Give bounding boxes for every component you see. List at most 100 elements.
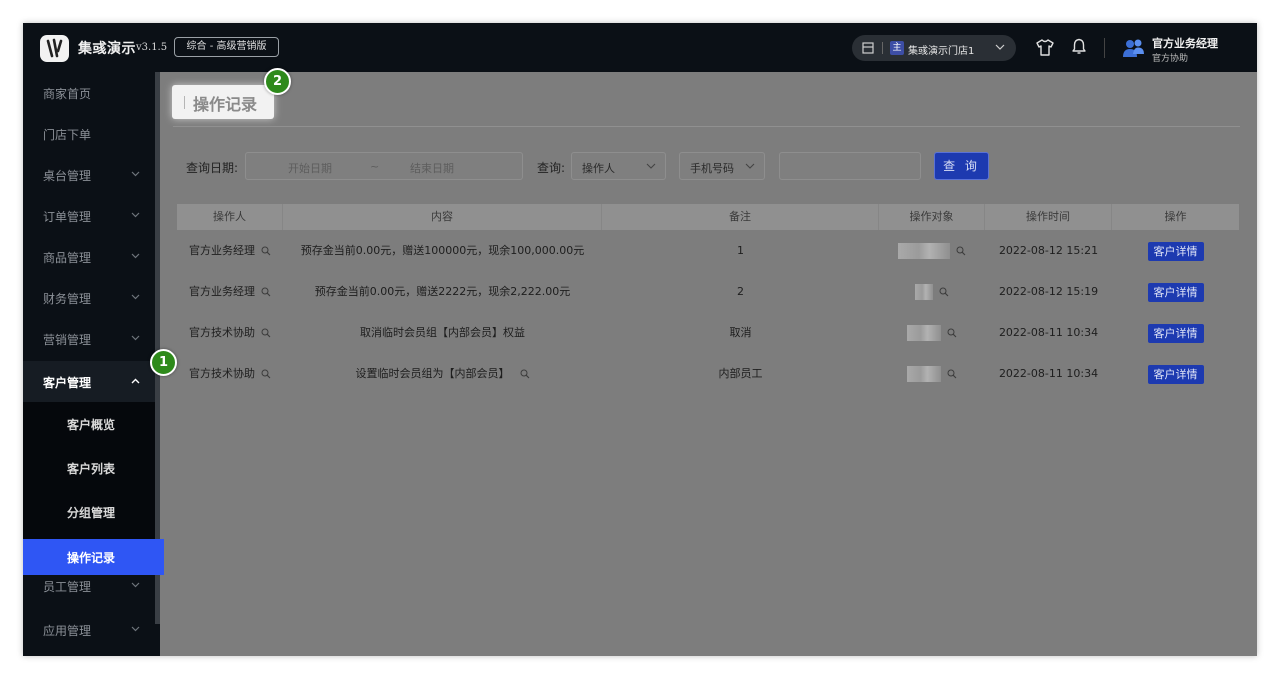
sidebar-item-store-order[interactable]: 门店下单 — [23, 113, 155, 154]
sidebar-item-table-management[interactable]: 桌台管理 — [23, 154, 155, 195]
sidebar-item-order-management[interactable]: 订单管理 — [23, 195, 155, 236]
sidebar-item-marketing-management[interactable]: 营销管理 — [23, 318, 155, 359]
app-logo-icon — [40, 35, 69, 62]
blurred-target — [907, 366, 941, 382]
sidebar-item-label: 财务管理 — [43, 292, 92, 306]
action-cell: 客户详情 — [1112, 271, 1239, 312]
search-icon[interactable] — [956, 246, 966, 256]
app-window: 集彧演示 v3.1.5 综合 - 高级营销版 主 集彧演示门店1 官方业务经理 … — [23, 23, 1257, 656]
chevron-down-icon — [745, 163, 755, 169]
operator-name: 官方业务经理 — [189, 244, 255, 257]
sidebar-item-merchant-home[interactable]: 商家首页 — [23, 72, 155, 113]
search-icon[interactable] — [261, 369, 271, 379]
column-header: 备注 — [602, 204, 879, 230]
user-role: 官方协助 — [1152, 54, 1189, 64]
sidebar-subitem-customer-overview[interactable]: 客户概览 — [23, 402, 155, 446]
store-main-tag: 主 — [890, 41, 904, 55]
end-date-input[interactable]: 结束日期 — [410, 160, 454, 176]
sidebar-subitem-operation-log[interactable]: 操作记录 — [23, 539, 164, 575]
table-header: 操作人 内容 备注 操作对象 操作时间 操作 — [177, 204, 1239, 230]
search-icon[interactable] — [947, 328, 957, 338]
store-icon — [862, 42, 874, 54]
blurred-target — [898, 243, 950, 259]
remark-cell: 2 — [737, 285, 744, 298]
phone-select[interactable]: 手机号码 — [679, 152, 765, 180]
time-cell: 2022-08-12 15:19 — [998, 285, 1099, 298]
time-cell: 2022-08-12 15:21 — [998, 244, 1099, 257]
theme-shirt-icon[interactable] — [1036, 39, 1054, 56]
chevron-down-icon — [131, 253, 140, 259]
edition-badge[interactable]: 综合 - 高级营销版 — [174, 37, 279, 57]
search-icon[interactable] — [261, 246, 271, 256]
query-button[interactable]: 查 询 — [934, 152, 989, 180]
table-row: 官方业务经理 预存金当前0.00元，赠送100000元，现余100,000.00… — [177, 230, 1239, 271]
page-title: 操作记录 — [193, 95, 258, 114]
sidebar-item-label: 门店下单 — [43, 128, 92, 142]
bell-icon[interactable] — [1072, 38, 1086, 55]
customer-detail-button[interactable]: 客户详情 — [1147, 364, 1204, 384]
main-content: 操作记录 2 查询日期: 开始日期 ~ 结束日期 查询: 操作人 手机号码 查 … — [160, 68, 1257, 656]
search-icon[interactable] — [261, 287, 271, 297]
chevron-down-icon — [131, 335, 140, 341]
chevron-down-icon — [131, 626, 140, 632]
table-row: 官方技术协助 设置临时会员组为【内部会员】 内部员工 2022-08-11 10… — [177, 353, 1239, 394]
date-filter-label: 查询日期: — [186, 161, 239, 175]
target-cell — [879, 230, 985, 271]
time-cell: 2022-08-11 10:34 — [998, 326, 1099, 339]
sidebar-subitem-label: 客户概览 — [67, 418, 116, 432]
sidebar-subitem-group-management[interactable]: 分组管理 — [23, 490, 155, 534]
content-cell: 预存金当前0.00元，赠送100000元，现余100,000.00元 — [300, 244, 585, 257]
chevron-down-icon — [131, 582, 140, 588]
chevron-up-icon — [131, 378, 140, 384]
chevron-down-icon — [131, 212, 140, 218]
target-cell — [879, 353, 985, 394]
sidebar-item-label: 营销管理 — [43, 333, 92, 347]
start-date-input[interactable]: 开始日期 — [288, 160, 332, 176]
divider — [1104, 38, 1105, 58]
operator-name: 官方技术协助 — [189, 326, 255, 339]
search-icon[interactable] — [947, 369, 957, 379]
sidebar-item-finance-management[interactable]: 财务管理 — [23, 277, 155, 318]
sidebar-item-customer-management[interactable]: 客户管理 — [23, 361, 155, 402]
search-icon[interactable] — [520, 369, 530, 379]
user-name[interactable]: 官方业务经理 — [1152, 35, 1218, 51]
chevron-down-icon — [131, 171, 140, 177]
app-name: 集彧演示 — [78, 41, 136, 57]
date-range-picker[interactable]: 开始日期 ~ 结束日期 — [245, 152, 523, 180]
operator-cell: 官方技术协助 — [177, 353, 283, 394]
operator-name: 官方业务经理 — [189, 285, 255, 298]
search-icon[interactable] — [261, 328, 271, 338]
divider — [173, 126, 1240, 127]
sidebar-item-label: 订单管理 — [43, 210, 92, 224]
customer-detail-button[interactable]: 客户详情 — [1147, 241, 1204, 261]
table-row: 官方技术协助 取消临时会员组【内部会员】权益 取消 2022-08-11 10:… — [177, 312, 1239, 353]
blurred-target — [907, 325, 941, 341]
content-cell: 预存金当前0.00元，赠送2222元，现余2,222.00元 — [314, 285, 571, 298]
customer-detail-button[interactable]: 客户详情 — [1147, 323, 1204, 343]
user-avatar-icon[interactable] — [1122, 37, 1146, 59]
target-cell — [879, 312, 985, 353]
sidebar-subitem-customer-list[interactable]: 客户列表 — [23, 446, 155, 490]
sidebar-subitem-label: 操作记录 — [67, 551, 116, 565]
store-switcher[interactable]: 主 集彧演示门店1 — [852, 35, 1016, 61]
column-header: 内容 — [283, 204, 602, 230]
time-cell: 2022-08-11 10:34 — [998, 367, 1099, 380]
operator-cell: 官方技术协助 — [177, 312, 283, 353]
chevron-down-icon — [646, 163, 656, 169]
sidebar-item-label: 员工管理 — [43, 580, 92, 594]
sidebar-item-app-management[interactable]: 应用管理 — [23, 609, 155, 650]
search-input[interactable] — [779, 152, 921, 180]
sidebar-item-label: 商品管理 — [43, 251, 92, 265]
customer-detail-button[interactable]: 客户详情 — [1147, 282, 1204, 302]
content-text: 设置临时会员组为【内部会员】 — [355, 367, 510, 380]
sidebar-item-product-management[interactable]: 商品管理 — [23, 236, 155, 277]
sidebar-item-label: 客户管理 — [43, 376, 92, 390]
operator-select[interactable]: 操作人 — [571, 152, 666, 180]
column-header: 操作对象 — [879, 204, 985, 230]
search-icon[interactable] — [939, 287, 949, 297]
chevron-down-icon — [995, 44, 1005, 50]
remark-cell: 内部员工 — [718, 367, 763, 380]
table-row: 官方业务经理 预存金当前0.00元，赠送2222元，现余2,222.00元 2 … — [177, 271, 1239, 312]
action-cell: 客户详情 — [1112, 312, 1239, 353]
date-range-separator: ~ — [370, 160, 380, 173]
